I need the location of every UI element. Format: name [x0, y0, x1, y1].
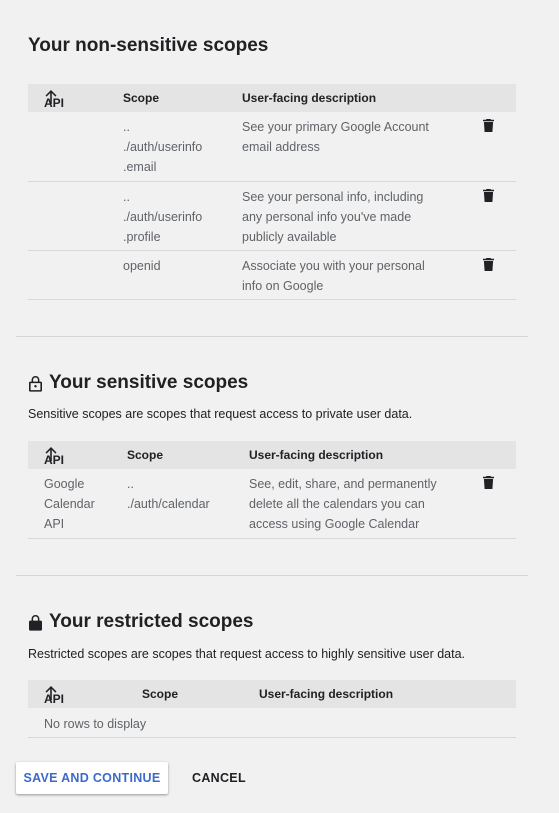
description-line: any personal info you've made	[242, 210, 412, 224]
scope-cell: .. ./auth/calendar	[127, 474, 210, 514]
table-header: API Scope User-facing description	[28, 680, 516, 708]
description-cell: See your primary Google Account email ad…	[242, 117, 429, 157]
empty-row: No rows to display	[28, 708, 516, 738]
trash-icon[interactable]	[483, 119, 494, 132]
scope-column-header: Scope	[127, 448, 164, 462]
lock-icon	[29, 614, 42, 631]
scope-cell: openid	[123, 256, 161, 276]
description-column-header: User-facing description	[249, 448, 384, 462]
api-column-header[interactable]: API	[44, 446, 64, 467]
cancel-button[interactable]: CANCEL	[182, 762, 256, 794]
api-cell: Google Calendar API	[44, 474, 95, 534]
section-divider	[16, 575, 528, 576]
restricted-description: Restricted scopes are scopes that reques…	[28, 647, 466, 661]
api-line: Google	[44, 477, 85, 491]
table-header: API Scope User-facing description	[28, 84, 516, 112]
section-divider	[16, 336, 528, 337]
no-rows-text: No rows to display	[44, 717, 147, 731]
description-line: access using Google Calendar	[249, 517, 420, 531]
trash-icon[interactable]	[483, 258, 494, 271]
table-row: openid Associate you with your personal …	[28, 251, 516, 300]
api-header-label: API	[44, 453, 65, 467]
api-line: API	[44, 517, 65, 531]
description-line: delete all the calendars you can	[249, 497, 425, 511]
nonsensitive-table: API Scope User-facing description .. ./a…	[28, 84, 516, 300]
table-header: API Scope User-facing description	[28, 441, 516, 469]
trash-icon[interactable]	[483, 189, 494, 202]
table-row: Google Calendar API .. ./auth/calendar S…	[28, 469, 516, 539]
scope-line: ./auth/calendar	[127, 497, 210, 511]
nonsensitive-title: Your non-sensitive scopes	[28, 35, 268, 57]
table-row: .. ./auth/userinfo .profile See your per…	[28, 182, 516, 251]
description-line: See your primary Google Account	[242, 120, 429, 134]
nonsensitive-title-text: Your non-sensitive scopes	[28, 35, 269, 56]
scope-line: ..	[127, 477, 134, 491]
scope-line: ./auth/userinfo	[123, 140, 203, 154]
sensitive-title: Your sensitive scopes	[28, 372, 248, 394]
description-cell: See your personal info, including any pe…	[242, 187, 423, 247]
table-row: .. ./auth/userinfo .email See your prima…	[28, 112, 516, 182]
description-cell: See, edit, share, and permanently delete…	[249, 474, 437, 534]
save-and-continue-button[interactable]: SAVE AND CONTINUE	[16, 762, 168, 794]
description-line: See your personal info, including	[242, 190, 424, 204]
scope-line: .profile	[123, 230, 161, 244]
api-column-header[interactable]: API	[44, 685, 64, 706]
scope-line: openid	[123, 259, 161, 273]
api-line: Calendar	[44, 497, 95, 511]
restricted-title: Your restricted scopes	[28, 611, 254, 633]
description-line: publicly available	[242, 230, 337, 244]
sensitive-table: API Scope User-facing description Google…	[28, 441, 516, 539]
scope-line: ./auth/userinfo	[123, 210, 203, 224]
scope-column-header: Scope	[142, 687, 179, 701]
description-line: See, edit, share, and permanently	[249, 477, 437, 491]
description-column-header: User-facing description	[259, 687, 394, 701]
description-line: Associate you with your personal	[242, 259, 425, 273]
scope-column-header: Scope	[123, 91, 160, 105]
description-line: info on Google	[242, 279, 324, 293]
restricted-table: API Scope User-facing description No row…	[28, 680, 516, 738]
scope-cell: .. ./auth/userinfo .profile	[123, 187, 202, 247]
description-column-header: User-facing description	[242, 91, 377, 105]
scope-line: ..	[123, 190, 130, 204]
api-header-label: API	[44, 96, 65, 110]
restricted-title-text: Your restricted scopes	[49, 611, 254, 632]
sensitive-description: Sensitive scopes are scopes that request…	[28, 407, 413, 421]
trash-icon[interactable]	[483, 476, 494, 489]
lock-icon	[29, 375, 42, 392]
scope-line: ..	[123, 120, 130, 134]
api-column-header[interactable]: API	[44, 89, 64, 110]
scope-cell: .. ./auth/userinfo .email	[123, 117, 202, 177]
scope-line: .email	[123, 160, 157, 174]
description-line: email address	[242, 140, 320, 154]
api-header-label: API	[44, 692, 65, 706]
sensitive-title-text: Your sensitive scopes	[49, 372, 249, 393]
description-cell: Associate you with your personal info on…	[242, 256, 425, 296]
